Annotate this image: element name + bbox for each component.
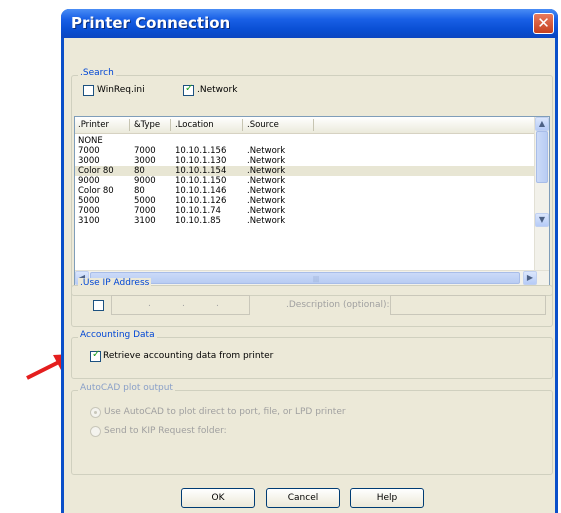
list-item[interactable]: 3000 3000 10.10.1.130 .Network	[75, 156, 537, 166]
accounting-group-label: Accounting Data	[78, 330, 157, 340]
network-checkbox[interactable]: ✓	[183, 83, 194, 96]
use-ip-group-label: .Use IP Address	[78, 278, 152, 288]
chevron-up-icon: ▲	[538, 119, 546, 128]
close-button[interactable]: ✕	[533, 13, 554, 34]
plot-direct-label: Use AutoCAD to plot direct to port, file…	[104, 407, 346, 417]
winreq-checkbox[interactable]	[83, 85, 94, 96]
vertical-scrollbar[interactable]: ▲ ▼	[534, 117, 549, 271]
description-label: .Description (optional):	[286, 300, 390, 310]
vertical-scroll-thumb[interactable]	[536, 131, 548, 183]
network-label: .Network	[197, 85, 238, 95]
title-bar[interactable]: Printer Connection ✕	[61, 9, 558, 38]
list-item[interactable]: 5000 5000 10.10.1.126 .Network	[75, 196, 537, 206]
printer-connection-dialog: Printer Connection ✕ .Search WinReq.ini …	[61, 9, 558, 513]
description-field[interactable]	[390, 295, 546, 315]
retrieve-accounting-checkbox[interactable]: ✓	[90, 349, 101, 362]
list-header: .Printer &Type .Location .Source	[75, 117, 537, 134]
scroll-up-button[interactable]: ▲	[535, 117, 549, 131]
column-header-location[interactable]: .Location	[175, 120, 214, 130]
dialog-title: Printer Connection	[71, 14, 231, 32]
column-header-printer[interactable]: .Printer	[78, 120, 109, 130]
list-item[interactable]: 7000 7000 10.10.1.74 .Network	[75, 206, 537, 216]
plot-direct-radio[interactable]	[90, 407, 101, 418]
dialog-body: .Search WinReq.ini ✓ .Network .Printer &…	[64, 38, 555, 513]
cancel-button[interactable]: Cancel	[266, 488, 340, 508]
list-item[interactable]: 3100 3100 10.10.1.85 .Network	[75, 216, 537, 226]
scroll-right-button[interactable]: ▶	[523, 271, 537, 285]
grip-icon: |||	[313, 276, 320, 283]
scroll-down-button[interactable]: ▼	[535, 213, 549, 227]
horizontal-scroll-thumb[interactable]: |||	[90, 272, 520, 284]
column-header-source[interactable]: .Source	[247, 120, 279, 130]
chevron-right-icon: ▶	[526, 273, 534, 282]
ip-address-field[interactable]: . . .	[111, 295, 250, 315]
help-button[interactable]: Help	[350, 488, 424, 508]
search-group-label: .Search	[78, 68, 116, 78]
list-item[interactable]: Color 80 80 10.10.1.146 .Network	[75, 186, 537, 196]
list-item-selected[interactable]: Color 80 80 10.10.1.154 .Network	[75, 166, 537, 176]
chevron-down-icon: ▼	[538, 215, 546, 224]
ok-button[interactable]: OK	[181, 488, 255, 508]
kip-request-radio[interactable]	[90, 426, 101, 437]
column-header-type[interactable]: &Type	[134, 120, 160, 130]
kip-request-label: Send to KIP Request folder:	[104, 426, 227, 436]
check-icon: ✓	[185, 83, 194, 94]
use-ip-checkbox[interactable]	[93, 300, 104, 311]
list-item[interactable]: 9000 9000 10.10.1.150 .Network	[75, 176, 537, 186]
close-icon: ✕	[537, 14, 550, 32]
list-item[interactable]: 7000 7000 10.10.1.156 .Network	[75, 146, 537, 156]
retrieve-accounting-label: Retrieve accounting data from printer	[103, 351, 274, 361]
printer-list[interactable]: .Printer &Type .Location .Source NONE 70…	[74, 116, 550, 286]
winreq-label: WinReq.ini	[97, 85, 145, 95]
check-icon: ✓	[92, 349, 101, 360]
list-item[interactable]: NONE	[75, 136, 537, 146]
autocad-group-label: AutoCAD plot output	[78, 383, 175, 393]
